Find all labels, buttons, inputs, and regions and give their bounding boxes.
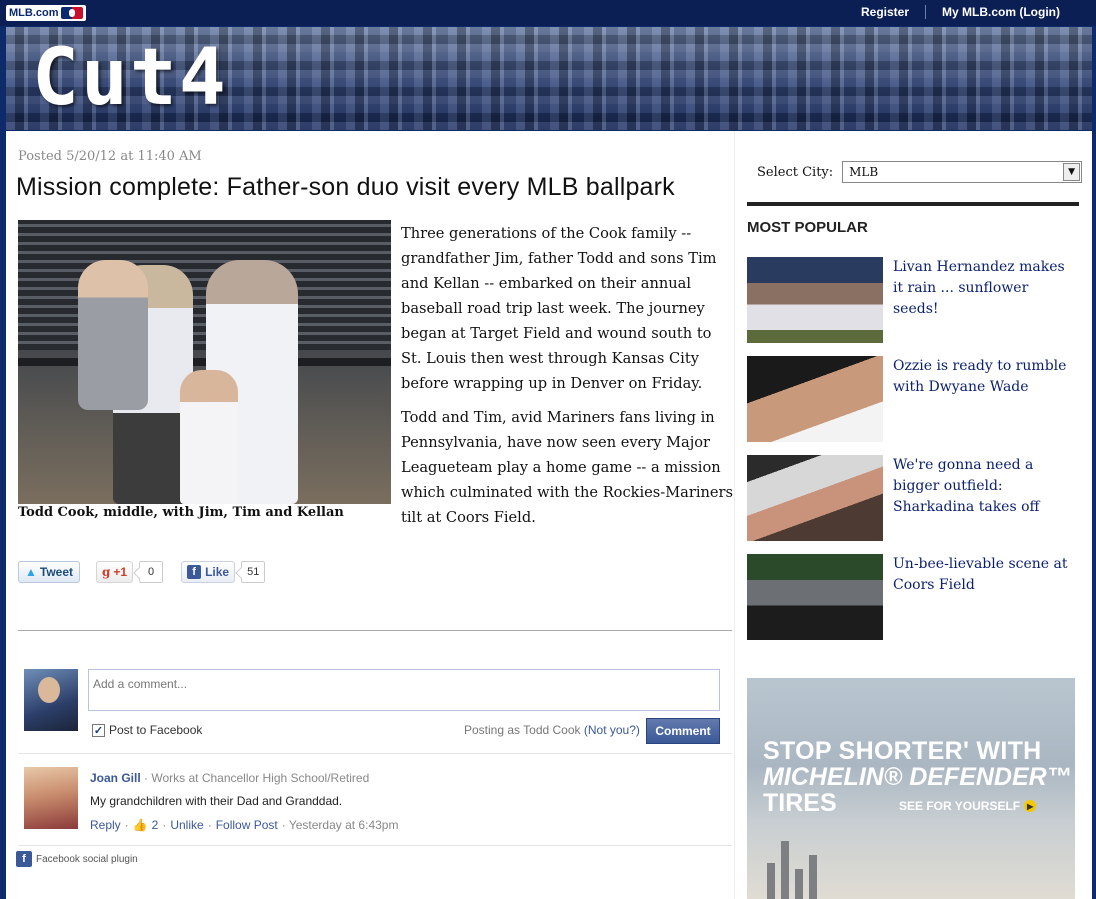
- photo-caption: Todd Cook, middle, with Jim, Tim and Kel…: [18, 505, 344, 520]
- ad-building: [767, 863, 775, 899]
- post-to-facebook-option[interactable]: ✓ Post to Facebook: [92, 723, 202, 737]
- popular-item[interactable]: We're gonna need a bigger outfield: Shar…: [747, 455, 1087, 543]
- content-panel: Posted 5/20/12 at 11:40 AM Mission compl…: [6, 131, 1092, 899]
- follow-post-link[interactable]: Follow Post: [216, 818, 278, 832]
- photo-figure-toddler: [78, 260, 148, 410]
- popular-thumbnail[interactable]: [747, 257, 883, 343]
- google-plus-button[interactable]: g +1: [96, 561, 134, 583]
- city-select-value: MLB: [849, 165, 879, 179]
- facebook-f-icon: f: [187, 565, 202, 579]
- comment-button[interactable]: Comment: [646, 718, 720, 744]
- gplus-label: +1: [113, 565, 128, 579]
- popular-item[interactable]: Ozzie is ready to rumble with Dwyane Wad…: [747, 356, 1087, 444]
- ad-headline: STOP SHORTER' WITH: [763, 737, 1042, 765]
- photo-stands: [18, 220, 391, 350]
- comment-separator: [18, 845, 732, 846]
- ad-cta-label: SEE FOR YOURSELF: [899, 799, 1021, 813]
- facebook-f-icon: f: [16, 851, 32, 867]
- post-to-facebook-label: Post to Facebook: [109, 723, 203, 737]
- popular-link[interactable]: Livan Hernandez makes it rain ... sunflo…: [893, 257, 1073, 320]
- post-to-facebook-checkbox[interactable]: ✓: [92, 723, 105, 737]
- comment-input[interactable]: Add a comment...: [88, 669, 720, 711]
- comment-time: · Yesterday at 6:43pm: [281, 818, 399, 832]
- popular-link[interactable]: Ozzie is ready to rumble with Dwyane Wad…: [893, 356, 1073, 398]
- google-g-icon: g: [102, 565, 111, 579]
- popular-item[interactable]: Un-bee-lievable scene at Coors Field: [747, 554, 1087, 642]
- current-user-avatar[interactable]: [24, 669, 78, 731]
- my-mlb-login-link[interactable]: My MLB.com (Login): [942, 5, 1060, 19]
- facebook-plugin-footer[interactable]: f Facebook social plugin: [16, 851, 138, 867]
- select-city: Select City: MLB ▼: [757, 161, 1083, 183]
- article-photo[interactable]: [18, 220, 391, 504]
- thumbs-up-icon: 👍: [132, 818, 148, 832]
- popular-thumbnail[interactable]: [747, 356, 883, 442]
- sidebar-divider: [734, 131, 735, 899]
- most-popular-heading: MOST POPULAR: [747, 219, 868, 236]
- article-body: Three generations of the Cook family -- …: [401, 221, 736, 539]
- photo-figure-boy: [180, 370, 238, 504]
- account-links: Register My MLB.com (Login): [861, 5, 1060, 19]
- mlb-batter-icon: [60, 7, 83, 19]
- ad-brand: MICHELIN® DEFENDER™: [763, 763, 1072, 791]
- comment-like-count[interactable]: 2: [152, 818, 159, 832]
- comment-text: My grandchildren with their Dad and Gran…: [90, 794, 343, 808]
- twitter-bird-icon: ▲: [25, 565, 37, 579]
- ad-cta[interactable]: SEE FOR YOURSELF ▶: [899, 799, 1037, 813]
- facebook-like-button[interactable]: f Like: [181, 561, 236, 583]
- commenter-avatar[interactable]: [24, 767, 78, 829]
- ad-product: TIRES: [763, 789, 837, 817]
- arrow-right-icon: ▶: [1024, 800, 1037, 812]
- facebook-plugin-label: Facebook social plugin: [36, 853, 138, 865]
- posting-as-label: Posting as Todd Cook: [464, 723, 581, 737]
- mlb-logo-text: MLB.com: [9, 7, 59, 19]
- select-city-label: Select City:: [757, 164, 834, 180]
- comment-separator: [18, 753, 732, 754]
- tweet-label: Tweet: [39, 565, 74, 579]
- comment-header: Joan Gill · Works at Chancellor High Sch…: [90, 771, 369, 785]
- tweet-button[interactable]: ▲ Tweet: [18, 561, 81, 583]
- article-paragraph: Three generations of the Cook family -- …: [401, 225, 717, 392]
- ad-building: [781, 841, 789, 899]
- popular-link[interactable]: Un-bee-lievable scene at Coors Field: [893, 554, 1073, 596]
- gplus-count: 0: [139, 561, 164, 583]
- dropdown-arrow-icon[interactable]: ▼: [1063, 163, 1081, 181]
- posted-date: Posted 5/20/12 at 11:40 AM: [18, 149, 202, 164]
- action-dot: ·: [207, 818, 212, 832]
- register-link[interactable]: Register: [861, 5, 909, 19]
- top-bar: MLB.com Register My MLB.com (Login): [0, 0, 1096, 26]
- city-select[interactable]: MLB ▼: [842, 161, 1083, 183]
- like-count: 51: [241, 561, 266, 583]
- popular-link[interactable]: We're gonna need a bigger outfield: Shar…: [893, 455, 1073, 518]
- popular-thumbnail[interactable]: [747, 455, 883, 541]
- cut4-banner[interactable]: Cut4: [6, 27, 1092, 130]
- article-headline: Mission complete: Father-son duo visit e…: [16, 173, 675, 201]
- like-label: Like: [205, 565, 230, 579]
- unlike-link[interactable]: Unlike: [170, 818, 203, 832]
- action-dot: ·: [162, 818, 167, 832]
- michelin-ad[interactable]: STOP SHORTER' WITH MICHELIN® DEFENDER™ T…: [747, 678, 1075, 899]
- ad-building: [795, 869, 803, 899]
- mlb-logo[interactable]: MLB.com: [6, 5, 86, 21]
- photo-rail: [18, 358, 391, 366]
- article-paragraph: Todd and Tim, avid Mariners fans living …: [401, 409, 734, 526]
- action-dot: ·: [124, 818, 129, 832]
- sidebar-rule: [747, 202, 1079, 206]
- link-divider: [925, 5, 927, 19]
- popular-thumbnail[interactable]: [747, 554, 883, 640]
- commenter-name[interactable]: Joan Gill: [90, 771, 141, 785]
- content-divider: [18, 630, 732, 631]
- reply-link[interactable]: Reply: [90, 818, 121, 832]
- ad-building: [809, 855, 817, 899]
- comment-actions: Reply · 👍 2 · Unlike · Follow Post · Yes…: [90, 818, 398, 832]
- banner-title: Cut4: [32, 33, 228, 123]
- commenter-meta: · Works at Chancellor High School/Retire…: [144, 771, 370, 785]
- posting-as-text: Posting as Todd Cook (Not you?): [464, 723, 640, 737]
- social-share-bar: ▲ Tweet g +1 0 f Like 51: [18, 561, 266, 583]
- popular-item[interactable]: Livan Hernandez makes it rain ... sunflo…: [747, 257, 1087, 345]
- not-you-link[interactable]: (Not you?): [584, 723, 640, 737]
